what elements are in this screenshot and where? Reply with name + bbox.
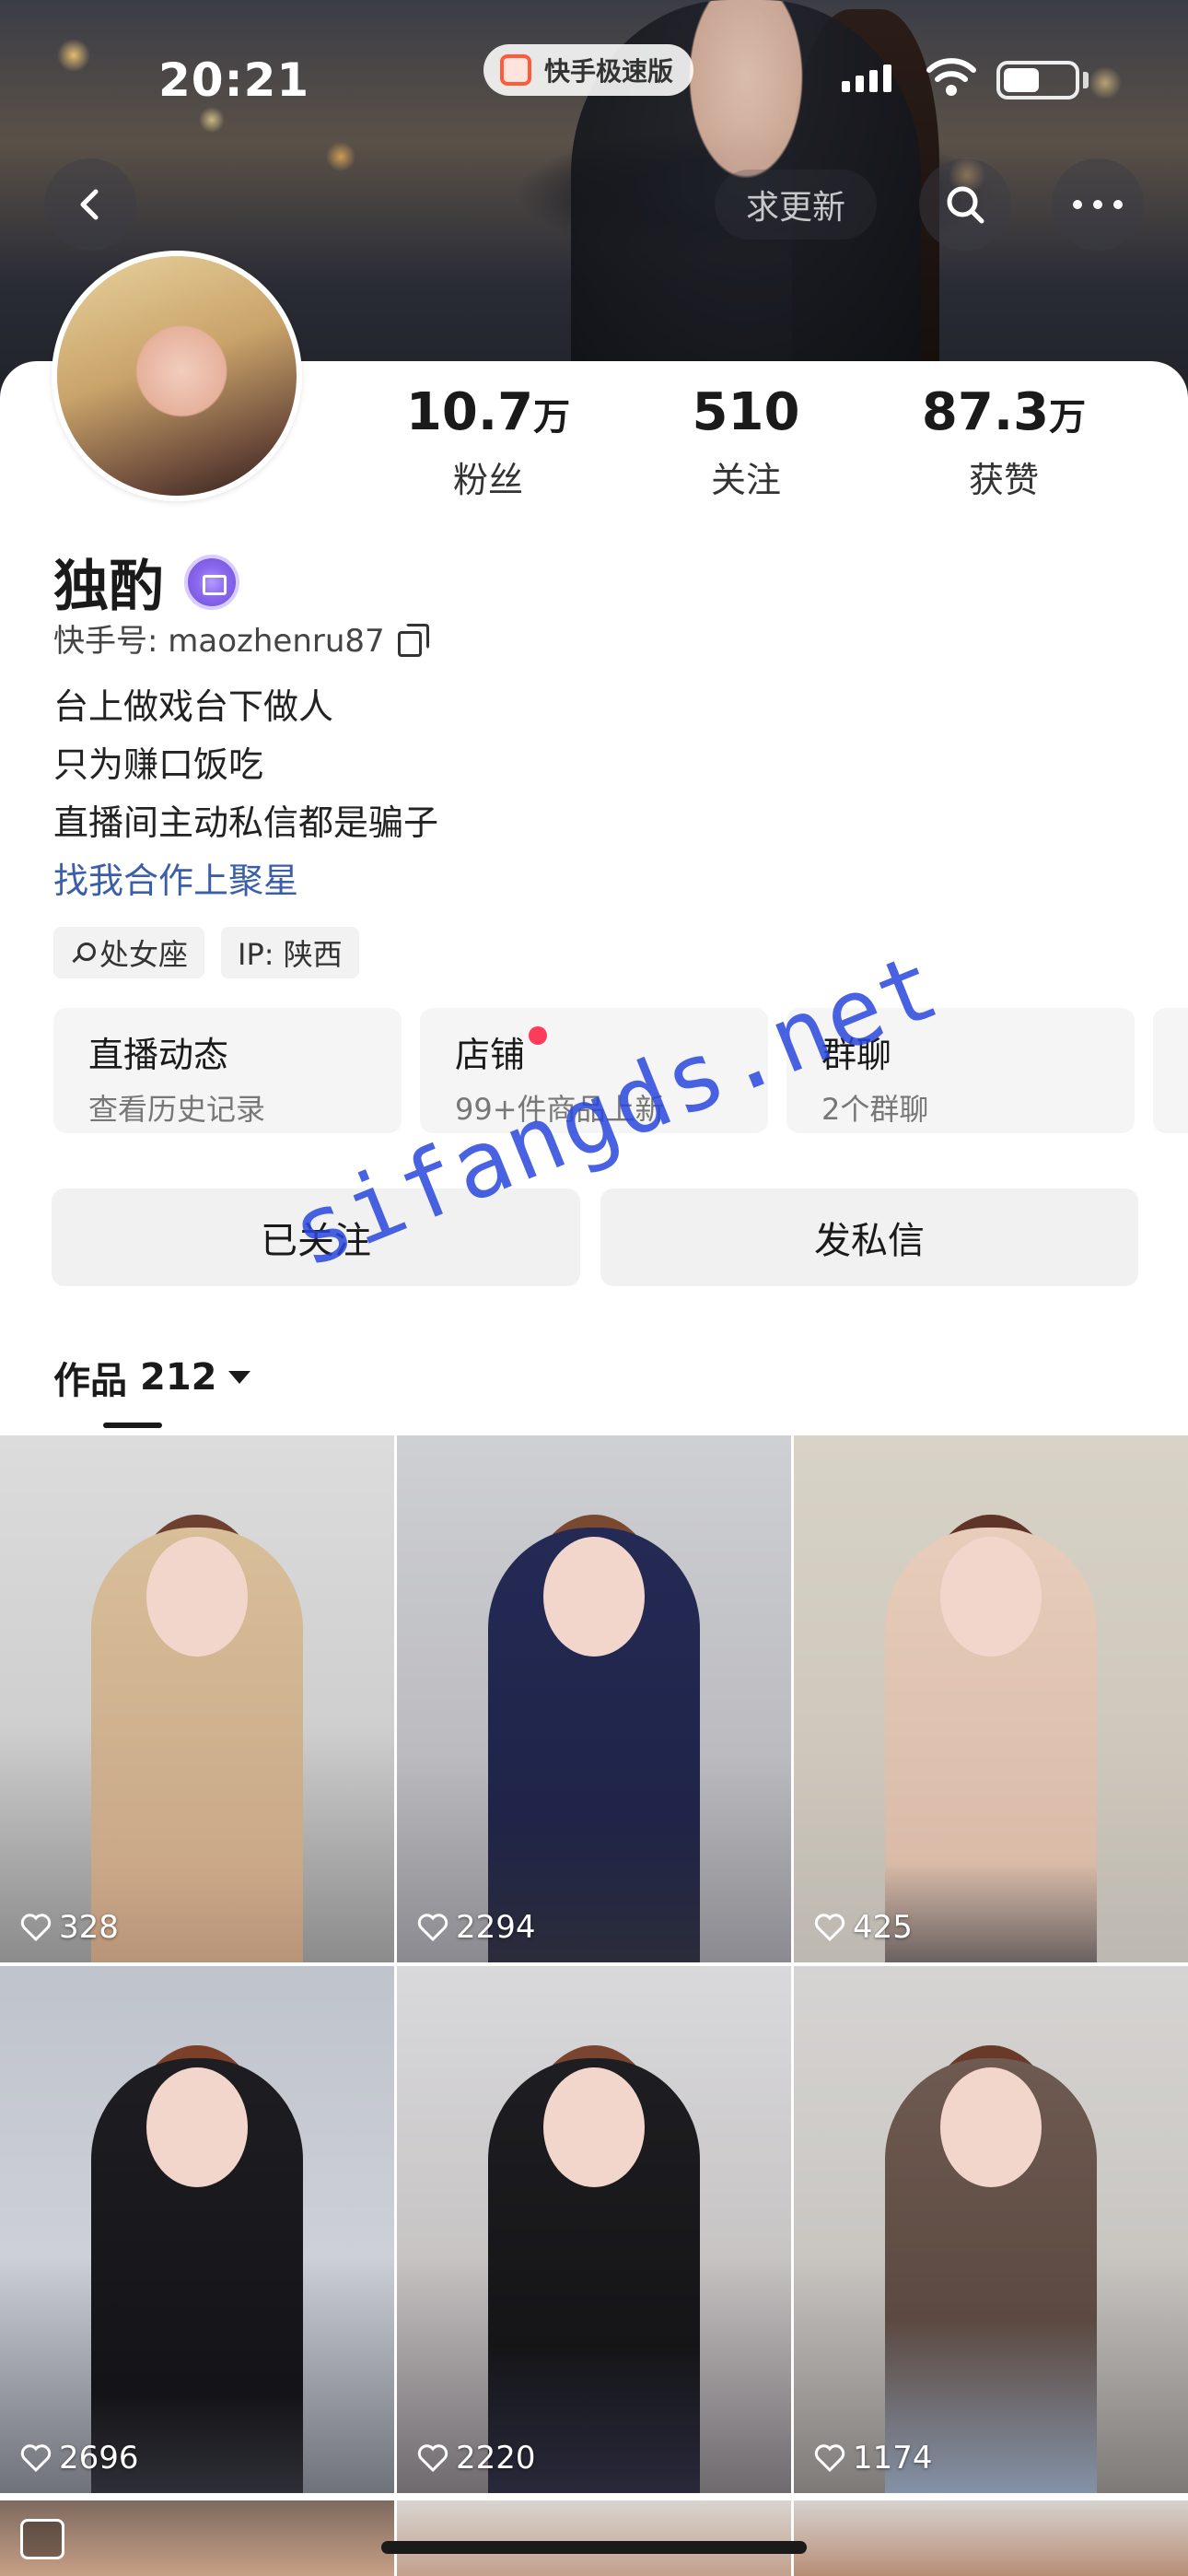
tag-zodiac[interactable]: 处女座: [53, 927, 205, 978]
like-count: 2294: [417, 1909, 536, 1946]
bio-line: 直播间主动私信都是骗子: [53, 802, 439, 843]
like-count-value: 1174: [853, 2440, 933, 2476]
stat-followers-value: 10.7: [405, 382, 534, 442]
level-badge-icon[interactable]: [184, 554, 239, 610]
send-message-button[interactable]: 发私信: [600, 1188, 1138, 1286]
app-pill-label: 快手极速版: [544, 56, 674, 87]
app-switch-pill[interactable]: 快手极速版: [483, 44, 694, 96]
heart-icon: [814, 2444, 845, 2472]
search-icon: [947, 186, 984, 224]
tag-zodiac-label: 处女座: [99, 937, 189, 972]
profile-name: 独酌: [53, 555, 164, 619]
video-thumbnail[interactable]: 328: [0, 1435, 394, 1962]
status-bar: 20:21 快手极速版: [0, 44, 1188, 118]
video-thumbnail[interactable]: 2220: [397, 1966, 791, 2493]
tab-works-label: 作品: [53, 1360, 127, 1402]
tab-works-count: 212: [140, 1356, 217, 1399]
profile-tags: 处女座 IP: 陕西: [53, 927, 359, 978]
video-thumbnail[interactable]: [397, 2500, 791, 2576]
heart-icon: [417, 1914, 448, 1941]
stat-followers[interactable]: 10.7万 粉丝: [387, 387, 589, 502]
stat-likes[interactable]: 87.3万 获赞: [903, 387, 1105, 502]
like-count-value: 2696: [59, 2440, 139, 2476]
video-thumbnail[interactable]: 425: [794, 1435, 1188, 1962]
chevron-left-icon: [80, 189, 99, 220]
tag-ip-location: IP: 陕西: [221, 927, 359, 978]
stat-following[interactable]: 510 关注: [645, 387, 847, 502]
stat-followers-unit: 万: [533, 396, 571, 439]
caret-down-icon: [227, 1371, 250, 1384]
video-thumbnail[interactable]: 1174: [794, 1966, 1188, 2493]
shortcut-live-history[interactable]: 直播动态 查看历史记录: [53, 1008, 402, 1133]
stat-followers-label: 粉丝: [452, 460, 523, 500]
like-count-value: 425: [853, 1909, 913, 1946]
gallery-icon[interactable]: [20, 2519, 64, 2559]
video-grid-partial-row: [0, 2500, 1188, 2576]
cellular-signal-icon: [842, 64, 891, 92]
stat-likes-value: 87.3: [921, 382, 1050, 442]
like-count: 1174: [814, 2440, 933, 2476]
wifi-icon: [926, 58, 976, 96]
back-button[interactable]: [44, 158, 136, 251]
tab-works[interactable]: 作品 212: [53, 1351, 250, 1404]
status-time: 20:21: [158, 53, 310, 107]
avatar[interactable]: [52, 251, 302, 501]
tag-ip-label: IP: 陕西: [238, 937, 343, 972]
request-update-button[interactable]: 求更新: [715, 170, 877, 240]
video-thumbnail[interactable]: 2294: [397, 1435, 791, 1962]
heart-icon: [417, 2444, 448, 2472]
more-button[interactable]: [1052, 158, 1144, 251]
stat-following-label: 关注: [710, 460, 781, 500]
search-button[interactable]: [919, 158, 1011, 251]
bio: 台上做戏台下做人 只为赚口饭吃 直播间主动私信都是骗子 找我合作上聚星: [53, 678, 438, 910]
shortcut-subtitle: 查看历史记录: [88, 1092, 266, 1127]
shortcut-subtitle: 2个群聊: [821, 1092, 929, 1127]
heart-icon: [20, 2444, 52, 2472]
shortcut-overflow[interactable]: [1153, 1008, 1188, 1133]
video-grid: 328 2294 425 2696 2220 1174: [0, 1435, 1188, 2493]
like-count: 2696: [20, 2440, 139, 2476]
stat-following-value: 510: [692, 382, 800, 442]
user-id: 快手号: maozhenru87: [53, 623, 385, 660]
video-thumbnail[interactable]: [794, 2500, 1188, 2576]
heart-icon: [20, 1914, 52, 1941]
like-count: 425: [814, 1909, 913, 1946]
copy-icon[interactable]: [397, 623, 429, 657]
search-icon: [70, 941, 96, 965]
cooperation-link[interactable]: 找我合作上聚星: [53, 852, 438, 910]
shortcut-title: 直播动态: [88, 1035, 229, 1075]
notification-dot: [529, 1026, 547, 1045]
like-count-value: 2220: [456, 2440, 536, 2476]
name-row: 独酌: [53, 542, 239, 622]
action-row: 已关注 发私信: [52, 1188, 1138, 1286]
home-indicator[interactable]: [381, 2541, 807, 2554]
video-thumbnail[interactable]: 2696: [0, 1966, 394, 2493]
stat-likes-unit: 万: [1049, 396, 1087, 439]
app-logo-icon: [500, 54, 531, 86]
stat-likes-label: 获赞: [968, 460, 1039, 500]
bio-line: 只为赚口饭吃: [53, 744, 264, 785]
heart-icon: [814, 1914, 845, 1941]
battery-icon: [996, 61, 1079, 100]
like-count: 2220: [417, 2440, 536, 2476]
bio-line: 台上做戏台下做人: [53, 686, 334, 727]
like-count-value: 2294: [456, 1909, 536, 1946]
like-count: 328: [20, 1909, 119, 1946]
user-id-row[interactable]: 快手号: maozhenru87: [53, 615, 429, 661]
tab-underline: [103, 1423, 162, 1428]
like-count-value: 328: [59, 1909, 119, 1946]
more-dots-icon: [1073, 200, 1123, 209]
